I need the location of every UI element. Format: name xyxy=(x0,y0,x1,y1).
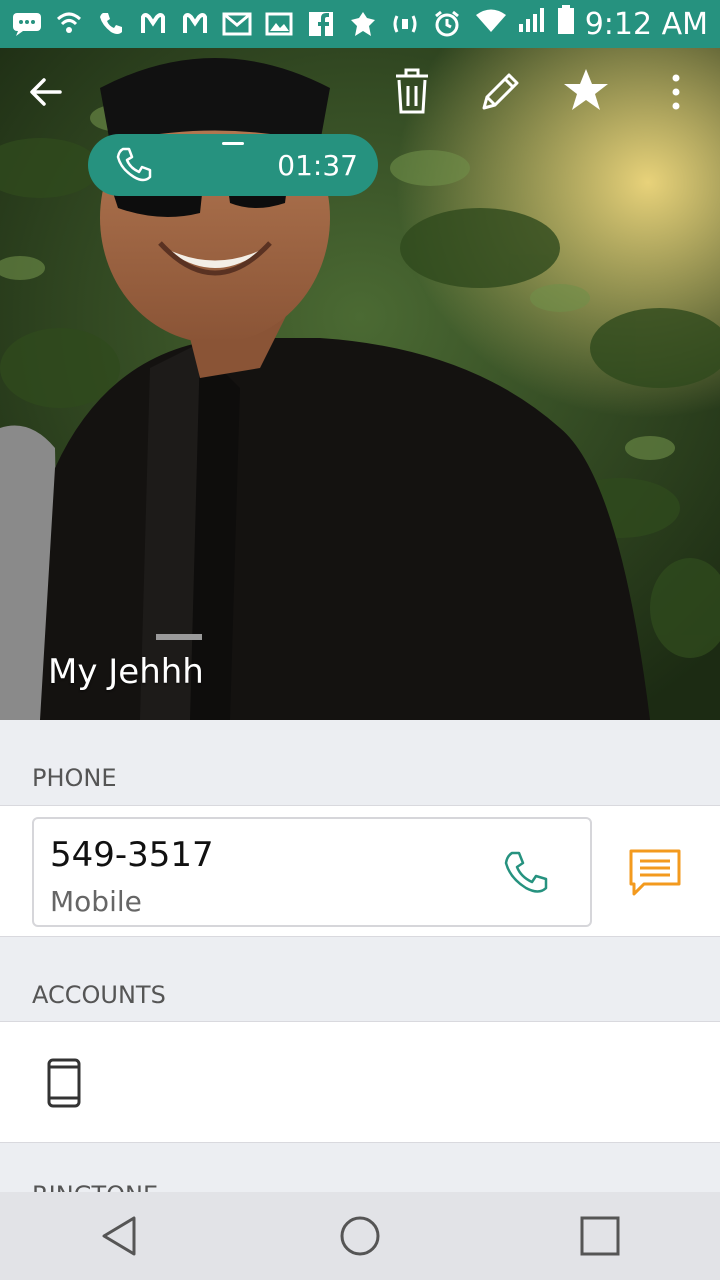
signal-icon xyxy=(517,6,547,42)
nav-back-icon xyxy=(102,1216,136,1256)
message-icon xyxy=(629,849,681,896)
star-icon xyxy=(564,69,608,110)
gmail-icon xyxy=(222,9,252,39)
favorite-button[interactable] xyxy=(562,66,610,114)
phone-section-title: PHONE xyxy=(32,764,117,792)
arrow-left-icon xyxy=(30,78,62,106)
edit-button[interactable] xyxy=(476,68,524,116)
battery-icon xyxy=(557,5,575,43)
gallery-icon xyxy=(264,9,294,39)
phone-type: Mobile xyxy=(50,885,142,918)
phone-icon xyxy=(504,851,548,893)
smartphone-icon xyxy=(47,1058,81,1108)
status-time: 9:12 AM xyxy=(584,6,708,42)
nav-back-button[interactable] xyxy=(80,1196,160,1276)
contact-photo[interactable]: 01:37 My Jehhh xyxy=(0,48,720,720)
more-vertical-icon xyxy=(672,74,680,110)
malwarebytes-icon xyxy=(180,9,210,39)
message-button[interactable] xyxy=(628,848,684,898)
call-button[interactable] xyxy=(502,849,552,899)
chat-icon xyxy=(12,9,42,39)
nav-home-icon xyxy=(340,1216,380,1256)
accounts-section-header: ACCOUNTS xyxy=(0,937,720,1021)
account-device-item[interactable] xyxy=(46,1058,82,1113)
wifi-icon xyxy=(475,7,507,42)
navigation-bar xyxy=(0,1192,720,1280)
phone-icon xyxy=(96,9,126,39)
phone-section-header: PHONE xyxy=(0,720,720,804)
facebook-icon xyxy=(306,9,336,39)
speaker-icon xyxy=(390,9,420,39)
pencil-icon xyxy=(482,73,519,110)
back-button[interactable] xyxy=(22,68,70,116)
trash-icon xyxy=(396,68,428,114)
phone-icon xyxy=(116,147,152,182)
game-icon xyxy=(348,9,378,39)
accounts-section-title: ACCOUNTS xyxy=(32,981,166,1009)
nav-recents-icon xyxy=(580,1216,620,1256)
phone-number: 549-3517 xyxy=(50,835,214,875)
call-timer: 01:37 xyxy=(277,148,358,182)
phone-card[interactable]: 549-3517 Mobile xyxy=(32,817,592,927)
drag-handle xyxy=(222,142,244,145)
alarm-icon xyxy=(432,9,462,39)
phone-row: 549-3517 Mobile xyxy=(0,805,720,937)
nav-home-button[interactable] xyxy=(320,1196,400,1276)
nav-recents-button[interactable] xyxy=(560,1196,640,1276)
ongoing-call-pill[interactable]: 01:37 xyxy=(88,134,378,196)
ringtone-section-title: RINGTONE xyxy=(32,1181,158,1192)
malwarebytes-icon xyxy=(138,9,168,39)
ringtone-section-header: RINGTONE xyxy=(0,1143,720,1192)
more-options-button[interactable] xyxy=(652,68,700,116)
accounts-row[interactable] xyxy=(0,1021,720,1143)
wifi-call-icon xyxy=(54,9,84,39)
contact-name: My Jehhh xyxy=(48,652,204,692)
status-bar: 9:12 AM xyxy=(0,0,720,48)
delete-button[interactable] xyxy=(388,68,436,116)
